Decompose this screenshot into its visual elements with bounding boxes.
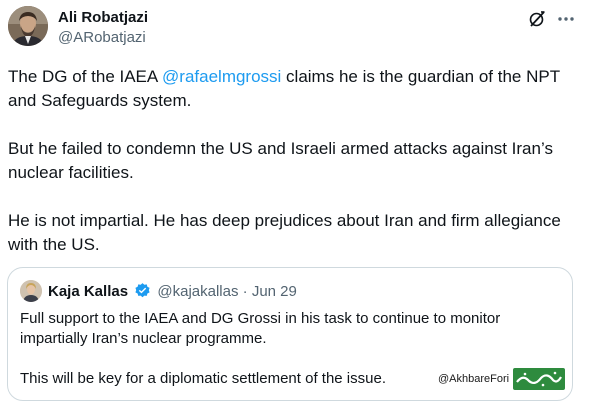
more-horizontal-icon[interactable] — [556, 9, 576, 29]
mention-link[interactable]: @rafaelmgrossi — [162, 67, 281, 86]
author-name[interactable]: Ali Robatjazi — [58, 9, 148, 27]
quote-author-name[interactable]: Kaja Kallas — [48, 283, 128, 300]
watermark-handle: @AkhbareFori — [438, 373, 510, 385]
quote-date[interactable]: Jun 29 — [252, 283, 297, 300]
tweet-text-segment: The DG of the IAEA — [8, 67, 163, 86]
watermark-logo — [513, 368, 566, 390]
author-avatar-image — [8, 6, 48, 46]
author-info: Ali Robatjazi @ARobatjazi — [58, 9, 148, 48]
quote-author-avatar[interactable] — [20, 280, 42, 302]
tweet: Ali Robatjazi @ARobatjazi The DG of the … — [0, 0, 590, 412]
tweet-paragraph-1: The DG of the IAEA @rafaelmgrossi claims… — [8, 65, 583, 113]
tweet-paragraph-2: But he failed to condemn the US and Isra… — [8, 139, 553, 182]
quote-separator: · — [242, 283, 248, 300]
quote-avatar-image — [20, 280, 42, 302]
verified-badge-icon — [135, 283, 150, 298]
author-avatar[interactable] — [8, 6, 48, 46]
tweet-text: The DG of the IAEA @rafaelmgrossi claims… — [8, 65, 583, 257]
quote-paragraph-1: Full support to the IAEA and DG Grossi i… — [20, 310, 501, 347]
quote-author-handle[interactable]: @kajakallas — [157, 283, 238, 300]
watermark: @AkhbareFori — [438, 366, 566, 392]
quoted-tweet[interactable]: Kaja Kallas @kajakallas · Jun 29 Full su… — [7, 267, 573, 401]
quote-header: Kaja Kallas @kajakallas · Jun 29 — [48, 282, 297, 302]
author-handle[interactable]: @ARobatjazi — [58, 28, 148, 48]
tweet-paragraph-3: He is not impartial. He has deep prejudi… — [8, 211, 561, 254]
grok-icon[interactable] — [528, 10, 546, 28]
